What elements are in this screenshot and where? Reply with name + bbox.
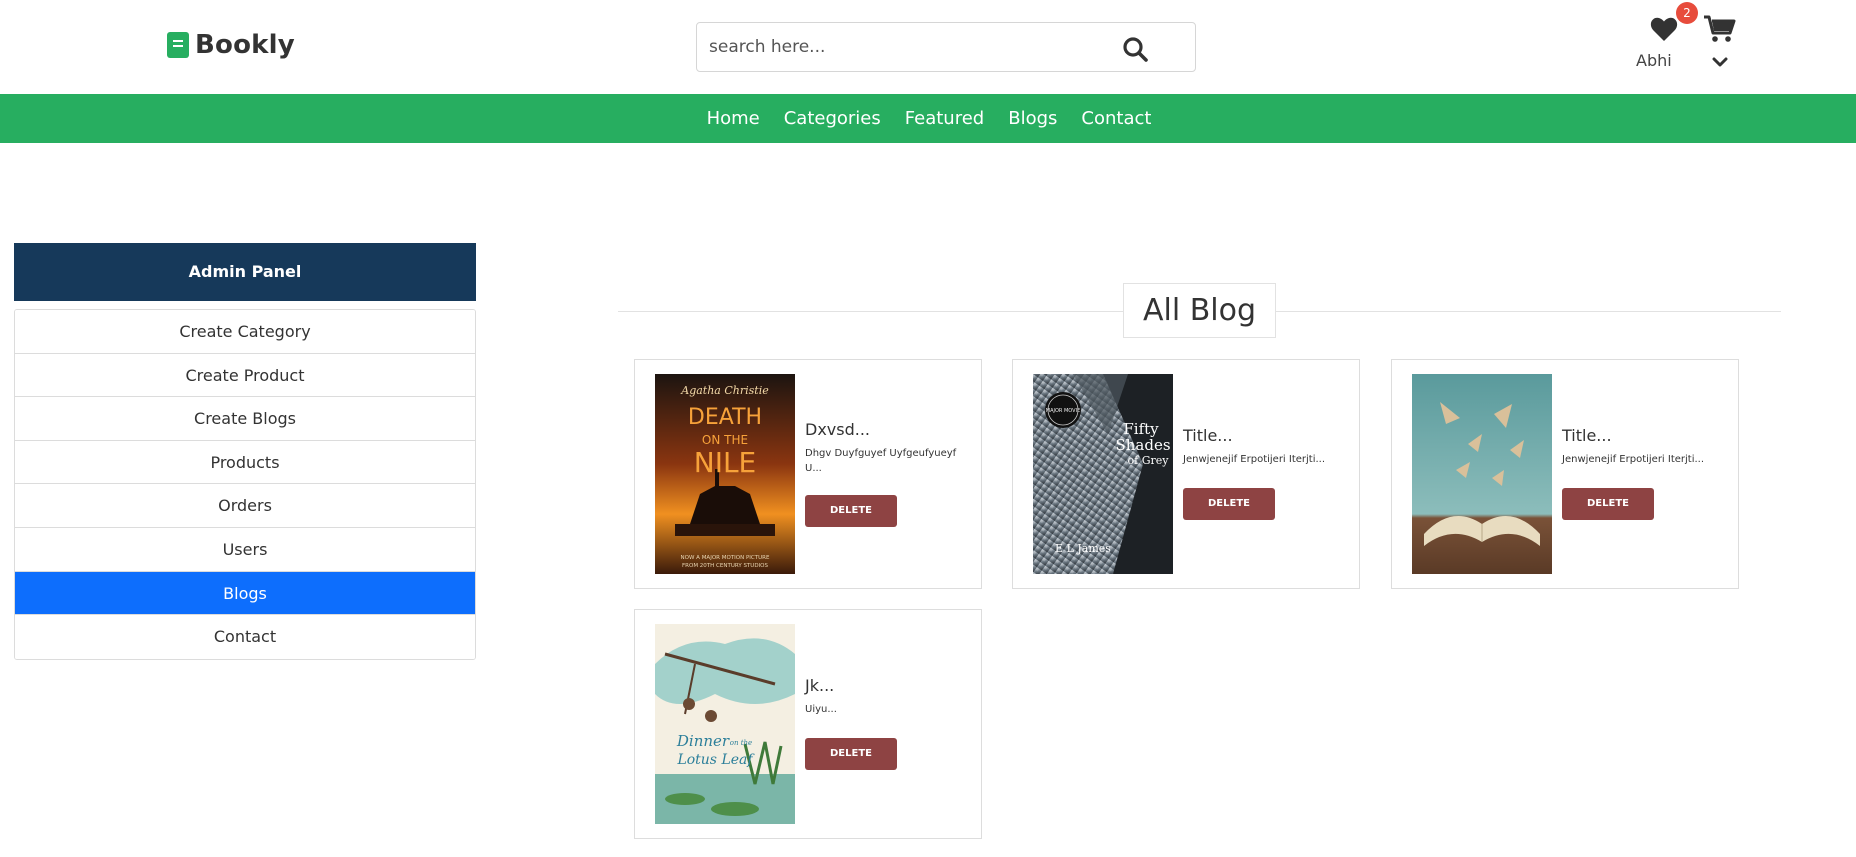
fifty-shades-cover: MAJOR MOVIE Fifty Shades of Grey E L Jam… <box>1033 374 1173 574</box>
blog-card: Title... Jenwjenejif Erpotijeri Iterjti.… <box>1391 359 1739 589</box>
logo-text: Bookly <box>195 30 295 60</box>
delete-button[interactable]: DELETE <box>1183 488 1275 520</box>
sidebar-item-create-product[interactable]: Create Product <box>15 353 475 398</box>
dinner-on-lotus-leaf-cover: Dinner on the Lotus Leaf <box>655 624 795 824</box>
svg-text:FROM 20TH CENTURY STUDIOS: FROM 20TH CENTURY STUDIOS <box>682 563 769 569</box>
svg-text:NOW A MAJOR MOTION PICTURE: NOW A MAJOR MOTION PICTURE <box>681 555 770 561</box>
chevron-down-icon[interactable] <box>1712 56 1728 68</box>
book-icon <box>167 32 189 58</box>
nav-featured[interactable]: Featured <box>905 108 984 129</box>
user-name[interactable]: Abhi <box>1636 51 1672 70</box>
death-on-the-nile-cover: Agatha Christie DEATH ON THE NILE NOW A … <box>655 374 795 574</box>
search-input[interactable] <box>697 23 1117 71</box>
nav-home[interactable]: Home <box>707 108 760 129</box>
svg-text:on the: on the <box>730 739 752 747</box>
svg-text:Lotus Leaf: Lotus Leaf <box>676 752 755 768</box>
svg-text:ON THE: ON THE <box>702 433 748 447</box>
svg-text:E L James: E L James <box>1055 542 1111 555</box>
sidebar-item-contact[interactable]: Contact <box>15 615 475 659</box>
delete-button[interactable]: DELETE <box>805 738 897 770</box>
heart-icon[interactable] <box>1650 16 1678 42</box>
blog-title: Jk... <box>805 676 835 695</box>
delete-button[interactable]: DELETE <box>1562 488 1654 520</box>
wishlist-count-badge: 2 <box>1676 2 1698 24</box>
search-icon[interactable] <box>1122 36 1148 62</box>
sidebar-item-orders[interactable]: Orders <box>15 484 475 528</box>
cart-icon[interactable] <box>1704 15 1736 43</box>
page-title: All Blog <box>1123 283 1276 338</box>
sidebar-item-users[interactable]: Users <box>15 527 475 572</box>
sidebar-item-create-blogs[interactable]: Create Blogs <box>15 397 475 441</box>
blog-card: Agatha Christie DEATH ON THE NILE NOW A … <box>634 359 982 589</box>
blog-card: Dinner on the Lotus Leaf Jk... Uiyu... D… <box>634 609 982 839</box>
blog-description: Jenwjenejif Erpotijeri Iterjti... <box>1183 454 1326 465</box>
svg-text:Shades: Shades <box>1115 436 1170 454</box>
sidebar-item-products[interactable]: Products <box>15 440 475 485</box>
sidebar-item-blogs[interactable]: Blogs <box>15 571 475 616</box>
svg-text:Dinner: Dinner <box>676 732 730 750</box>
nav-categories[interactable]: Categories <box>784 108 881 129</box>
svg-text:Agatha Christie: Agatha Christie <box>680 384 769 397</box>
main-navbar: Home Categories Featured Blogs Contact <box>0 94 1856 143</box>
blog-title: Title... <box>1562 426 1612 445</box>
admin-sidebar: Create Category Create Product Create Bl… <box>14 309 476 660</box>
blog-title: Title... <box>1183 426 1233 445</box>
blog-title: Dxvsd... <box>805 420 871 439</box>
blog-description: Uiyu... <box>805 704 837 715</box>
blog-description: Jenwjenejif Erpotijeri Iterjti... <box>1562 454 1705 465</box>
svg-text:NILE: NILE <box>694 446 757 479</box>
search-bar <box>696 22 1196 72</box>
delete-button[interactable]: DELETE <box>805 495 897 527</box>
logo[interactable]: Bookly <box>167 30 295 60</box>
site-header: Bookly 2 Abhi <box>0 0 1856 94</box>
svg-text:DEATH: DEATH <box>688 405 762 430</box>
svg-text:MAJOR MOVIE: MAJOR MOVIE <box>1046 408 1080 414</box>
blog-card: MAJOR MOVIE Fifty Shades of Grey E L Jam… <box>1012 359 1360 589</box>
blog-description: Dhgv Duyfguyef Uyfgeufyueyf U... <box>805 448 957 474</box>
nav-blogs[interactable]: Blogs <box>1008 108 1057 129</box>
sidebar-item-create-category[interactable]: Create Category <box>15 310 475 354</box>
svg-text:of Grey: of Grey <box>1128 454 1170 467</box>
admin-panel-title: Admin Panel <box>14 243 476 301</box>
paper-planes-book-image <box>1412 374 1552 574</box>
nav-contact[interactable]: Contact <box>1081 108 1151 129</box>
